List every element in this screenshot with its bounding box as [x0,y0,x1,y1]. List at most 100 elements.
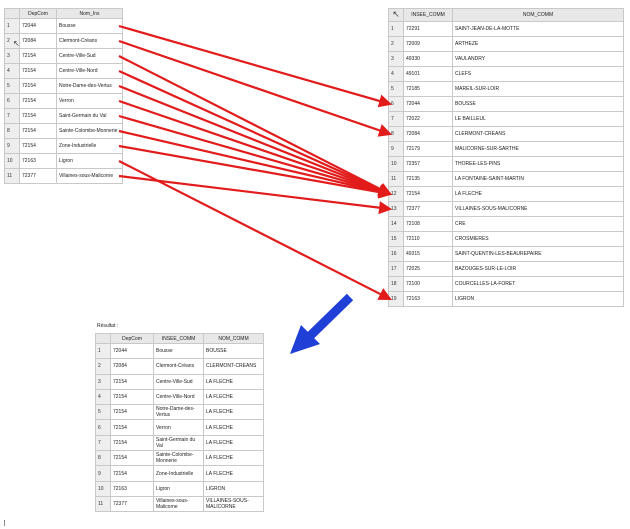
result-table-row[interactable]: 8 72154 Sainte-Colombe-Monnerie LA FLECHE [95,450,264,467]
result-table-row-number[interactable]: 1 [95,342,111,360]
right-table-row-number[interactable]: 12 [388,186,404,202]
result-table-cell[interactable]: 72154 [110,373,154,390]
left-table-row[interactable]: 11 72377 Villaines-sous-Malicorne [4,168,123,184]
result-table-cell[interactable]: LA FLECHE [203,450,264,467]
result-table-col-insee-comm[interactable]: INSEE_COMM [153,333,204,344]
right-table-cell[interactable]: 72291 [403,21,453,37]
right-table-row-number[interactable]: 15 [388,231,404,247]
right-table-cell[interactable]: LIGRON [452,291,624,307]
right-table-row[interactable]: 13 72377 VILLAINES-SOUS-MALICORNE [388,201,624,217]
right-table-row-number[interactable]: 8 [388,126,404,142]
result-table-cell[interactable]: 72044 [110,342,154,360]
right-table-row[interactable]: 16 49315 SAINT-QUENTIN-LES-BEAUREPAIRE [388,246,624,262]
right-table-cell[interactable]: 72084 [403,126,453,142]
result-table-col-depcom[interactable]: DepCom [110,333,154,344]
right-table-cell[interactable]: 72110 [403,231,453,247]
right-table-row-number[interactable]: 4 [388,66,404,82]
left-table-row[interactable]: 3 72154 Centre-Ville-Sud [4,48,123,64]
result-table-cell[interactable]: Notre-Dame-des-Vertus [153,404,204,421]
right-table-col-nom-comm[interactable]: NOM_COMM [452,8,624,22]
right-table-row[interactable]: 12 72154 LA FLECHE [388,186,624,202]
right-table-cell[interactable]: 72025 [403,261,453,277]
right-table-cell[interactable]: 72135 [403,171,453,187]
right-table-cell[interactable]: 49330 [403,51,453,67]
left-table-corner-cell[interactable] [4,8,20,19]
right-table-corner-cell[interactable]: ↖ [388,8,404,22]
left-table-row-number[interactable]: 7 [4,108,20,124]
left-table-row-number[interactable]: 8 [4,123,20,139]
right-table-row[interactable]: 15 72110 CROSMIERES [388,231,624,247]
right-table-cell[interactable]: LA FLECHE [452,186,624,202]
result-table-cell[interactable]: 72154 [110,434,154,452]
left-table-row[interactable]: 4 72154 Centre-Ville-Nord [4,63,123,79]
right-table-row[interactable]: 5 72185 MAREIL-SUR-LOIR [388,81,624,97]
right-table-cell[interactable]: 72179 [403,141,453,157]
result-table-row-number[interactable]: 4 [95,388,111,406]
right-table-cell[interactable]: 72009 [403,36,453,52]
result-table-row-number[interactable]: 7 [95,434,111,452]
right-table-row[interactable]: 7 72022 LE BAILLEUL [388,111,624,127]
result-table-cell[interactable]: VILLAINES-SOUS-MALICORNE [203,495,264,513]
result-table-cell[interactable]: Zone-Industrielle [153,465,204,482]
result-table-cell[interactable]: 72154 [110,450,154,467]
right-table-cell[interactable]: VAULANDRY [452,51,624,67]
result-table-row[interactable]: 11 72377 Villaines-sous-Malicorne VILLAINES… [95,495,264,513]
result-table-cell[interactable]: 72154 [110,465,154,482]
left-table-cell[interactable]: 72154 [19,123,57,139]
right-table-row-number[interactable]: 3 [388,51,404,67]
left-table-cell[interactable]: 72154 [19,108,57,124]
right-table-cell[interactable]: 72163 [403,291,453,307]
result-table-cell[interactable]: 72377 [110,495,154,513]
right-table-cell[interactable]: CLERMONT-CREANS [452,126,624,142]
result-table-row[interactable]: 1 72044 Bousse BOUSSE [95,342,264,360]
right-table-row[interactable]: 11 72135 LA FONTAINE-SAINT-MARTIN [388,171,624,187]
left-table-cell[interactable]: Bousse [56,18,123,34]
result-table-cell[interactable]: LA FLECHE [203,404,264,421]
right-table-row[interactable]: 17 72025 BAZOUGES-SUR-LE-LOIR [388,261,624,277]
right-table-cell[interactable]: MAREIL-SUR-LOIR [452,81,624,97]
result-table-cell[interactable]: Villaines-sous-Malicorne [153,495,204,513]
result-table-row-number[interactable]: 8 [95,450,111,467]
result-table-cell[interactable]: LA FLECHE [203,465,264,482]
left-table-cell[interactable]: Saint-Germain du Val [56,108,123,124]
result-table-cell[interactable]: 72084 [110,358,154,375]
result-table-cell[interactable]: Clermont-Créans [153,358,204,375]
result-table-cell[interactable]: CLERMONT-CREANS [203,358,264,375]
left-table-cell[interactable]: 72044 [19,18,57,34]
right-table-cell[interactable]: ARTHEZE [452,36,624,52]
right-table-cell[interactable]: CROSMIERES [452,231,624,247]
right-table-cell[interactable]: COURCELLES-LA-FORET [452,276,624,292]
result-table-row[interactable]: 5 72154 Notre-Dame-des-Vertus LA FLECHE [95,404,264,421]
left-table-cell[interactable]: 72163 [19,153,57,169]
left-table-row-number[interactable]: 1 [4,18,20,34]
result-table-row-number[interactable]: 6 [95,419,111,436]
result-table-row-number[interactable]: 3 [95,373,111,390]
result-table-cell[interactable]: Centre-Ville-Nord [153,388,204,406]
left-table-cell[interactable]: Notre-Dame-des-Vertus [56,78,123,94]
left-table-row[interactable]: 8 72154 Sainte-Colombe-Monnerie [4,123,123,139]
right-table-cell[interactable]: CLEFS [452,66,624,82]
right-table-row-number[interactable]: 11 [388,171,404,187]
right-table-cell[interactable]: 72154 [403,186,453,202]
left-table-row[interactable]: 1 72044 Bousse [4,18,123,34]
left-table-cell[interactable]: Centre-Ville-Sud [56,48,123,64]
right-table-cell[interactable]: 72022 [403,111,453,127]
result-table-cell[interactable]: 72163 [110,480,154,497]
left-table-row-number[interactable]: 11 [4,168,20,184]
right-table-row[interactable]: 2 72009 ARTHEZE [388,36,624,52]
right-table-row[interactable]: 10 72357 THOREE-LES-PINS [388,156,624,172]
left-table-cell[interactable]: 72084 [19,33,57,49]
result-table-row[interactable]: 10 72163 Ligron LIGRON [95,480,264,497]
right-table-row[interactable]: 9 72179 MALICORNE-SUR-SARTHE [388,141,624,157]
result-table-cell[interactable]: LA FLECHE [203,373,264,390]
left-table-cell[interactable]: Clermont-Créans [56,33,123,49]
left-table-row[interactable]: 9 72154 Zone-Industrielle [4,138,123,154]
result-table-row[interactable]: 3 72154 Centre-Ville-Sud LA FLECHE [95,373,264,390]
result-table-row[interactable]: 7 72154 Saint-Germain du Val LA FLECHE [95,434,264,452]
right-table-cell[interactable]: SAINT-JEAN-DE-LA-MOTTE [452,21,624,37]
left-table-cell[interactable]: 72154 [19,78,57,94]
right-table-row[interactable]: 18 72100 COURCELLES-LA-FORET [388,276,624,292]
left-table-row-number[interactable]: 5 [4,78,20,94]
left-table-cell[interactable]: 72154 [19,48,57,64]
result-table-cell[interactable]: 72154 [110,404,154,421]
